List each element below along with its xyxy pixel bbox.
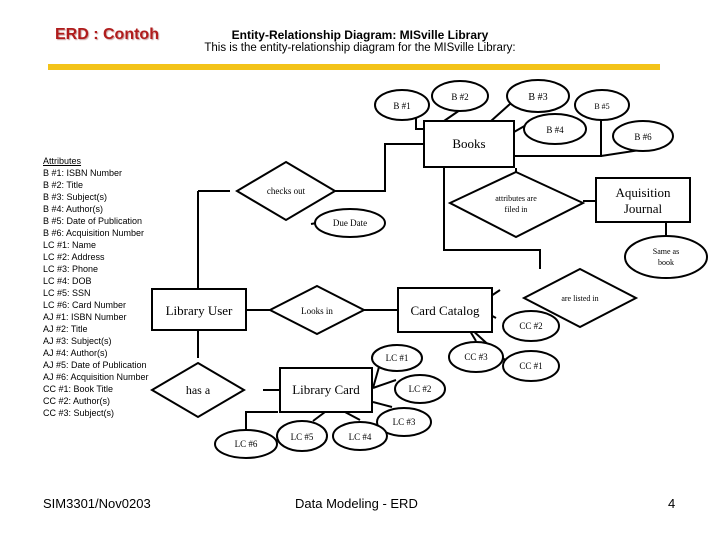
footer-title: Data Modeling - ERD (295, 496, 418, 511)
relationship-has-a-label: has a (186, 383, 211, 397)
attr-cc1[interactable]: CC #1 (502, 350, 560, 382)
attr-lc2-label: LC #2 (409, 384, 432, 394)
footer-course-code: SIM3301/Nov0203 (43, 496, 151, 511)
relationship-filed-label-1: attributes are (495, 194, 537, 203)
attr-same-as-book-label-1: Same as (653, 247, 679, 256)
attr-lc1-label: LC #1 (386, 353, 409, 363)
entity-acquisition-journal[interactable]: Aquisition Journal (595, 177, 691, 223)
attr-cc2[interactable]: CC #2 (502, 310, 560, 342)
attr-lc2[interactable]: LC #2 (394, 374, 446, 404)
relationship-are-listed-in-label: are listed in (561, 294, 598, 303)
entity-journal-label-2: Journal (624, 201, 663, 216)
entity-books-label: Books (452, 136, 485, 151)
relationship-checks-out[interactable]: checks out (235, 160, 337, 222)
attr-b4-label: B #4 (546, 125, 564, 135)
relationship-looks-in[interactable]: Looks in (267, 284, 367, 336)
attr-due-date[interactable]: Due Date (314, 208, 386, 238)
line-card-lc6 (245, 411, 278, 430)
entity-library-user[interactable]: Library User (151, 288, 247, 331)
line-card-lc2 (372, 379, 397, 389)
entity-library-card[interactable]: Library Card (279, 367, 373, 413)
erd-diagram: Books B #1 B #2 B #3 B #4 B #5 B #6 chec… (150, 79, 708, 459)
attr-cc1-label: CC #1 (519, 361, 542, 371)
attr-b5[interactable]: B #5 (574, 89, 630, 121)
line-card-lc5 (312, 411, 326, 422)
relationship-filed-label-2: filed in (505, 205, 528, 214)
entity-card-catalog[interactable]: Card Catalog (397, 287, 493, 333)
attr-lc6-label: LC #6 (235, 439, 258, 449)
attr-same-as-book-label-2: book (658, 258, 674, 267)
attr-lc5[interactable]: LC #5 (276, 420, 328, 452)
entity-card-catalog-label: Card Catalog (411, 303, 480, 318)
attr-b3[interactable]: B #3 (506, 79, 570, 113)
attr-b1-label: B #1 (393, 101, 410, 111)
attr-b6[interactable]: B #6 (612, 120, 674, 152)
relationship-has-a[interactable]: has a (150, 361, 246, 419)
attr-lc5-label: LC #5 (291, 432, 314, 442)
attr-b5-label: B #5 (594, 102, 609, 111)
relationship-checks-out-label: checks out (267, 186, 306, 196)
line-books-checksout (335, 143, 424, 192)
attr-same-as-book[interactable]: Same as book (624, 235, 708, 279)
attr-lc1[interactable]: LC #1 (371, 344, 423, 372)
attr-cc3[interactable]: CC #3 (448, 341, 504, 373)
entity-library-card-label: Library Card (292, 382, 360, 397)
line-books-b3 (490, 103, 511, 122)
attr-due-date-label: Due Date (333, 218, 367, 228)
attr-b2-label: B #2 (451, 92, 468, 102)
attr-lc6[interactable]: LC #6 (214, 429, 278, 459)
attr-b2[interactable]: B #2 (431, 80, 489, 112)
line-card-lc3 (372, 401, 393, 408)
entity-journal-label-1: Aquisition (616, 185, 671, 200)
attr-cc3-label: CC #3 (464, 352, 488, 362)
attr-lc3-label: LC #3 (393, 417, 416, 427)
attr-cc2-label: CC #2 (519, 321, 542, 331)
attr-b4[interactable]: B #4 (523, 113, 587, 145)
attr-b1[interactable]: B #1 (374, 89, 430, 121)
entity-library-user-label: Library User (166, 303, 233, 318)
relationship-attributes-filed-in[interactable]: attributes are filed in (447, 170, 586, 239)
attr-b6-label: B #6 (634, 132, 652, 142)
relationship-looks-in-label: Looks in (301, 306, 333, 316)
line-card-lc4 (344, 411, 361, 421)
attr-lc4-label: LC #4 (349, 432, 372, 442)
attr-b3-label: B #3 (528, 92, 547, 103)
attr-lc4[interactable]: LC #4 (332, 421, 388, 451)
page-number: 4 (668, 496, 676, 511)
entity-books[interactable]: Books (423, 120, 515, 168)
